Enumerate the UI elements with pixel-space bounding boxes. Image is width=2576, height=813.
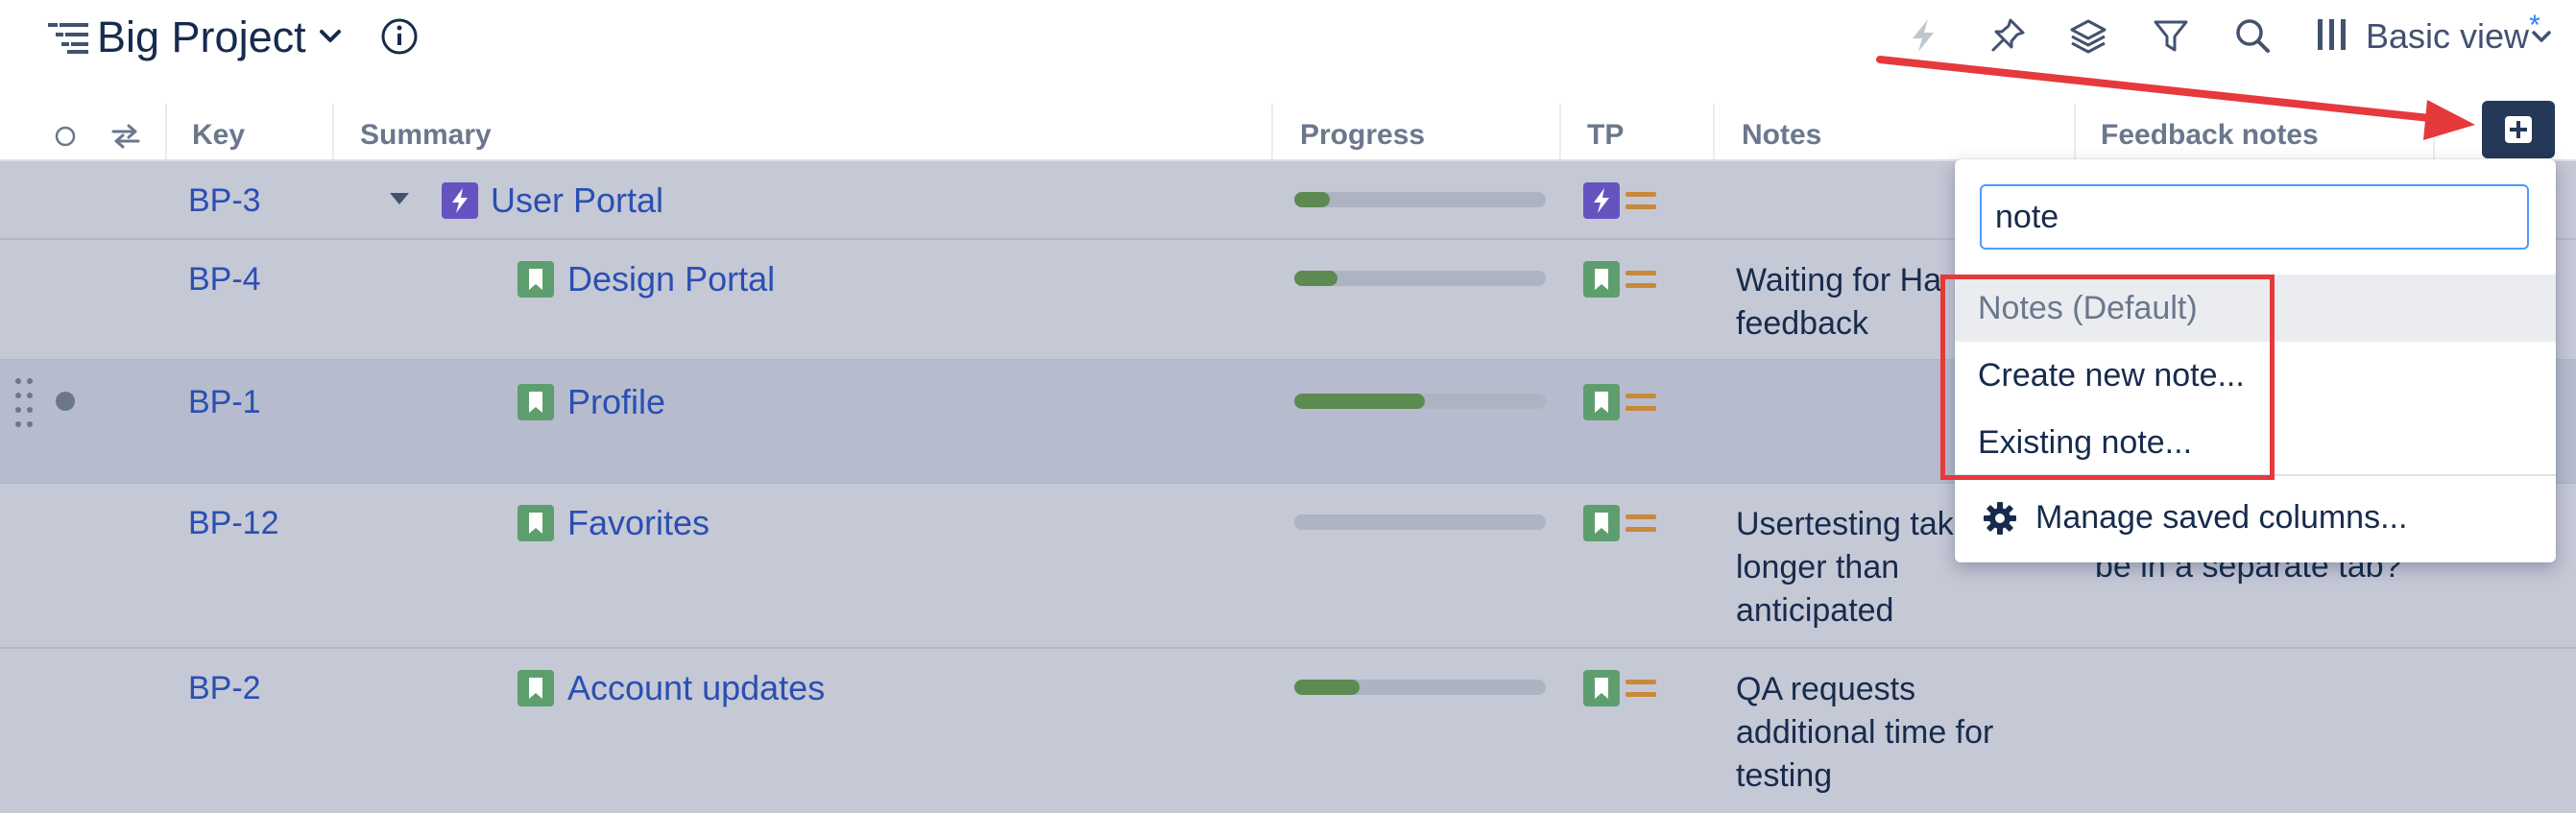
tp-indicator	[1583, 384, 1660, 422]
drag-handle-icon[interactable]	[13, 376, 35, 428]
column-header-feedback-notes[interactable]: Feedback notes	[2101, 119, 2319, 152]
menu-item-notes-default[interactable]: Notes (Default)	[1955, 275, 2556, 342]
pin-icon[interactable]	[1987, 15, 2028, 56]
issue-key-link[interactable]: BP-4	[188, 261, 261, 299]
progress-fill	[1294, 271, 1337, 286]
column-header-summary[interactable]: Summary	[360, 119, 492, 152]
story-type-icon	[518, 505, 554, 541]
column-header-notes[interactable]: Notes	[1742, 119, 1821, 152]
progress-bar	[1294, 271, 1546, 286]
priority-medium-icon	[1625, 192, 1656, 209]
swap-arrows-icon[interactable]	[109, 123, 142, 150]
priority-medium-icon	[1625, 394, 1656, 411]
story-type-icon	[1583, 505, 1620, 541]
column-separator	[1559, 104, 1561, 159]
plus-square-icon	[2505, 116, 2532, 143]
column-header-row: Key Summary Progress TP Notes Feedback n…	[0, 104, 2576, 161]
progress-fill	[1294, 680, 1360, 695]
column-separator	[332, 104, 334, 159]
columns-icon[interactable]	[2314, 15, 2354, 56]
view-selector[interactable]: Basic view*	[2366, 10, 2540, 66]
story-type-icon	[518, 384, 554, 420]
priority-medium-icon	[1625, 514, 1656, 532]
column-separator	[2074, 104, 2076, 159]
notes-cell[interactable]: Usertesting tak longer than anticipated	[1736, 503, 1954, 633]
app-header: Big Project Basic view*	[0, 0, 2576, 86]
column-header-tp[interactable]: TP	[1587, 119, 1624, 152]
notes-line: longer than	[1736, 549, 1900, 586]
story-type-icon	[518, 670, 554, 706]
manage-columns-label: Manage saved columns...	[2035, 499, 2408, 536]
gear-icon	[1984, 502, 2016, 535]
tp-indicator	[1583, 182, 1660, 221]
chevron-down-icon[interactable]	[2531, 29, 2552, 46]
column-separator	[165, 104, 167, 159]
priority-medium-icon	[1625, 680, 1656, 697]
search-icon[interactable]	[2232, 15, 2273, 56]
column-separator	[1271, 104, 1273, 159]
info-icon[interactable]	[380, 17, 419, 56]
issue-summary-link[interactable]: Profile	[567, 382, 665, 422]
row-select-dot[interactable]	[56, 392, 75, 411]
notes-cell[interactable]: QA requests additional time for testing	[1736, 668, 1993, 798]
select-all-circle-icon[interactable]	[54, 125, 77, 148]
epic-type-icon	[1583, 182, 1620, 219]
notes-line: Waiting for Ha	[1736, 262, 1942, 299]
chevron-down-icon[interactable]	[317, 25, 344, 48]
table-row[interactable]: BP-2 Account updates QA requests additio…	[0, 649, 2576, 813]
story-type-icon	[1583, 261, 1620, 298]
column-separator	[2433, 104, 2435, 159]
menu-item-create-new-note[interactable]: Create new note...	[1955, 342, 2556, 409]
notes-line: feedback	[1736, 305, 1868, 342]
view-label-text: Basic view	[2366, 16, 2530, 56]
notes-line: Usertesting tak	[1736, 506, 1954, 542]
layers-icon[interactable]	[2068, 15, 2108, 56]
notes-line: anticipated	[1736, 592, 1894, 629]
column-search-input[interactable]	[1980, 184, 2529, 250]
hierarchy-icon	[48, 23, 88, 54]
progress-fill	[1294, 394, 1426, 409]
add-column-button[interactable]	[2482, 101, 2555, 158]
tp-indicator	[1583, 261, 1660, 299]
menu-divider	[1955, 474, 2556, 476]
progress-bar	[1294, 514, 1546, 530]
notes-cell[interactable]: Waiting for Ha feedback	[1736, 259, 1941, 346]
issue-summary-link[interactable]: User Portal	[491, 180, 663, 221]
epic-type-icon	[442, 182, 478, 219]
tp-indicator	[1583, 505, 1660, 543]
project-title[interactable]: Big Project	[97, 8, 306, 67]
issue-summary-link[interactable]: Design Portal	[567, 259, 775, 299]
issue-key-link[interactable]: BP-2	[188, 670, 261, 707]
progress-bar	[1294, 680, 1546, 695]
column-header-progress[interactable]: Progress	[1300, 119, 1425, 152]
notes-line: testing	[1736, 757, 1833, 794]
story-type-icon	[1583, 670, 1620, 706]
notes-line: QA requests	[1736, 671, 1916, 707]
menu-item-manage-saved-columns[interactable]: Manage saved columns...	[1955, 484, 2556, 551]
issue-summary-link[interactable]: Account updates	[567, 668, 825, 708]
notes-line: additional time for	[1736, 714, 1994, 751]
progress-bar	[1294, 394, 1546, 409]
priority-medium-icon	[1625, 271, 1656, 288]
filter-icon[interactable]	[2151, 15, 2191, 56]
add-column-dropdown: Notes (Default) Create new note... Exist…	[1955, 159, 2556, 562]
lightning-icon[interactable]	[1903, 15, 1943, 56]
tp-indicator	[1583, 670, 1660, 708]
story-type-icon	[518, 261, 554, 298]
progress-fill	[1294, 192, 1330, 207]
issue-key-link[interactable]: BP-12	[188, 505, 279, 542]
issue-key-link[interactable]: BP-1	[188, 384, 261, 421]
collapse-triangle-icon[interactable]	[388, 190, 411, 207]
story-type-icon	[1583, 384, 1620, 420]
issue-summary-link[interactable]: Favorites	[567, 503, 710, 543]
column-header-key[interactable]: Key	[192, 119, 245, 152]
menu-item-existing-note[interactable]: Existing note...	[1955, 409, 2556, 476]
progress-bar	[1294, 192, 1546, 207]
issue-key-link[interactable]: BP-3	[188, 182, 261, 220]
column-separator	[1713, 104, 1715, 159]
